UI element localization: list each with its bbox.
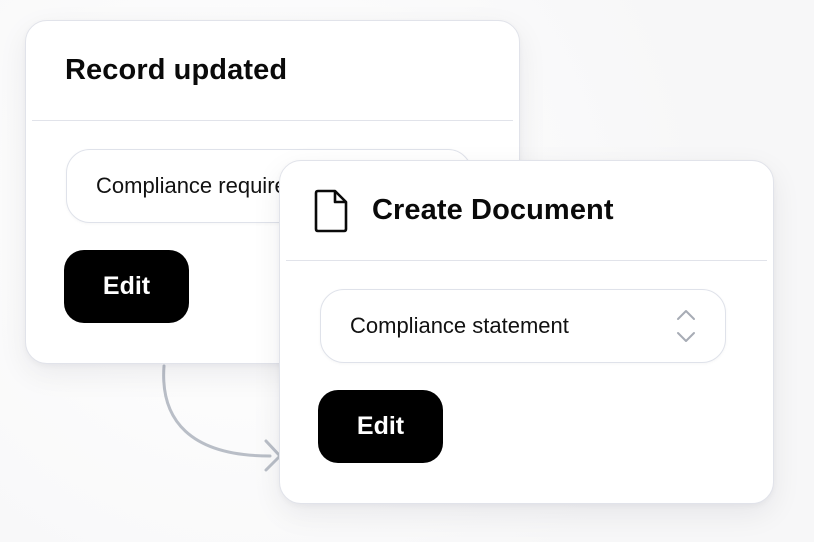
card-header: Record updated [32,21,513,121]
card-title: Create Document [372,194,614,226]
document-icon [314,189,348,232]
arrow-right-icon [264,439,282,472]
edit-button[interactable]: Edit [318,390,443,463]
edit-button[interactable]: Edit [64,250,189,323]
create-document-card: Create Document Compliance statement Edi… [279,160,774,504]
card-title: Record updated [65,54,288,86]
card-header: Create Document [286,161,767,261]
chevron-up-down-icon [677,310,695,342]
document-type-select[interactable]: Compliance statement [320,289,726,363]
select-value: Compliance statement [350,313,569,338]
